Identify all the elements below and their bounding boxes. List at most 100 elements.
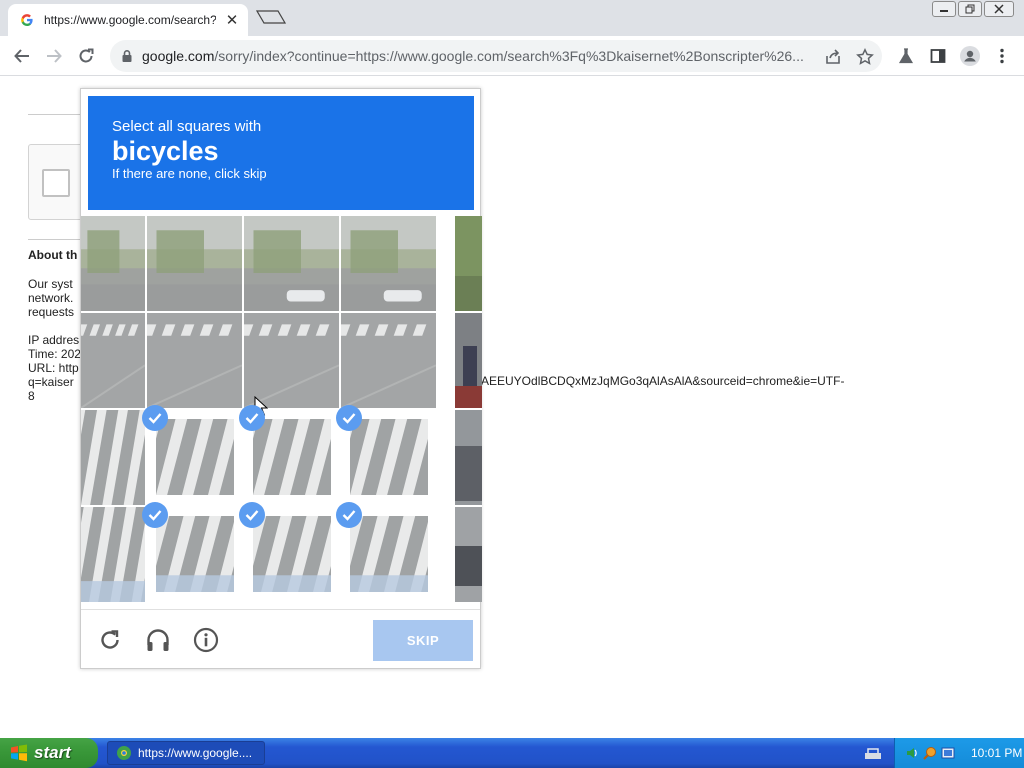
tile-selected-check-icon: [239, 405, 265, 431]
close-window-button[interactable]: [984, 1, 1014, 17]
forward-arrow-icon: [47, 49, 62, 63]
url-text: google.com/sorry/index?continue=https://…: [142, 48, 818, 64]
network-tray-icon[interactable]: [864, 745, 882, 761]
page-text-line: URL: http: [28, 361, 79, 375]
profile-button[interactable]: [960, 46, 980, 66]
tile-image-frame: [350, 516, 428, 592]
clock: 10:01 PM: [971, 746, 1023, 760]
start-button[interactable]: start: [0, 738, 98, 768]
volume-tray-icon[interactable]: [905, 746, 919, 760]
tile-selected-check-icon: [142, 405, 168, 431]
side-panel-icon: [930, 49, 946, 63]
tile-image: [350, 516, 428, 592]
browser-toolbar: google.com/sorry/index?continue=https://…: [0, 36, 1024, 76]
divider: [28, 114, 88, 115]
windows-taskbar: start https://www.google.... 10:01 PM: [0, 738, 1024, 768]
page-text-line: q=kaiser: [28, 375, 74, 389]
forward-button[interactable]: [42, 44, 66, 68]
kebab-menu-icon: [1000, 48, 1004, 64]
address-bar[interactable]: google.com/sorry/index?continue=https://…: [110, 40, 882, 72]
tile-image-frame: [350, 419, 428, 495]
minimize-button[interactable]: [932, 1, 956, 17]
recaptcha-challenge: Select all squares with bicycles If ther…: [80, 88, 482, 669]
image-tile[interactable]: [142, 502, 242, 602]
new-tab-button[interactable]: [256, 10, 286, 24]
page-text-line: requests: [28, 305, 75, 319]
tile-image: [156, 419, 234, 495]
back-button[interactable]: [10, 44, 34, 68]
tab-title: https://www.google.com/search?q=: [44, 13, 216, 27]
tile-image: [81, 507, 145, 602]
image-tile[interactable]: [244, 216, 339, 311]
page-text-line: Time: 202: [28, 347, 81, 361]
image-tile[interactable]: [81, 507, 145, 602]
image-tile[interactable]: [336, 405, 436, 505]
image-tile[interactable]: [147, 216, 242, 311]
image-tile[interactable]: [244, 313, 339, 408]
reload-icon: [79, 48, 94, 63]
info-icon: [193, 627, 219, 653]
image-tile[interactable]: [341, 313, 436, 408]
tile-image-frame: [156, 419, 234, 495]
share-icon[interactable]: [824, 48, 842, 66]
minimize-icon: [940, 10, 948, 12]
restore-button[interactable]: [958, 1, 982, 17]
audio-challenge-button[interactable]: [145, 627, 171, 653]
browser-tab[interactable]: https://www.google.com/search?q= ✕: [8, 4, 248, 36]
bookmark-star-icon[interactable]: [856, 48, 874, 66]
tile-image: [156, 516, 234, 592]
windows-flag-icon: [11, 744, 27, 762]
tile-selected-check-icon: [142, 502, 168, 528]
image-tile[interactable]: [142, 405, 242, 505]
image-tile[interactable]: [147, 313, 242, 408]
page-text-line: Our syst: [28, 277, 73, 291]
page-text-line: 8: [28, 389, 35, 403]
image-tile[interactable]: [81, 410, 145, 505]
page-text-line: IP addres: [28, 333, 80, 347]
tile-selected-check-icon: [336, 405, 362, 431]
reload-challenge-button[interactable]: [97, 627, 123, 653]
taskbar-item-browser[interactable]: https://www.google....: [107, 741, 265, 765]
image-tile[interactable]: [341, 216, 436, 311]
tile-image: [147, 216, 242, 311]
tile-image-frame: [253, 419, 331, 495]
instruction-hint: If there are none, click skip: [112, 166, 267, 181]
image-tile[interactable]: [239, 502, 339, 602]
browser-title-bar: https://www.google.com/search?q= ✕: [0, 0, 1024, 36]
labs-flask-button[interactable]: [896, 46, 916, 66]
recaptcha-checkbox[interactable]: [42, 169, 70, 197]
image-tile[interactable]: [81, 313, 145, 408]
tile-image: [341, 313, 436, 408]
menu-button[interactable]: [992, 46, 1012, 66]
tab-close-icon[interactable]: ✕: [224, 11, 240, 29]
shield-tray-icon[interactable]: [941, 746, 955, 760]
url-path: /sorry/index?continue=https://www.google…: [214, 48, 804, 64]
instruction-line: Select all squares with: [112, 118, 262, 135]
image-tile[interactable]: [81, 216, 145, 311]
taskbar-item-label: https://www.google....: [138, 746, 253, 760]
reload-button[interactable]: [74, 44, 98, 68]
search-tray-icon[interactable]: [923, 746, 937, 760]
target-object: bicycles: [112, 136, 219, 166]
side-panel-button[interactable]: [928, 46, 948, 66]
help-button[interactable]: [193, 627, 219, 653]
lock-icon: [122, 50, 132, 62]
close-icon: [994, 4, 1004, 14]
restore-icon: [965, 4, 975, 14]
headphones-icon: [147, 629, 169, 651]
page-text-line: network.: [28, 291, 74, 305]
image-tile[interactable]: [239, 405, 339, 505]
tile-image: [350, 419, 428, 495]
tile-image: [81, 313, 145, 408]
skip-button[interactable]: SKIP: [373, 620, 473, 661]
browser-app-icon: [117, 746, 131, 760]
tile-image-frame: [156, 516, 234, 592]
page-url-continuation: AEEUYOdlBCDQxMzJqMGo3qAlAsAlA&sourceid=c…: [481, 374, 845, 388]
image-tile[interactable]: [336, 502, 436, 602]
google-favicon-icon: [21, 14, 33, 26]
url-host: google.com: [142, 48, 215, 64]
window-controls: [932, 1, 1014, 17]
tile-selected-check-icon: [239, 502, 265, 528]
tile-image: [244, 216, 339, 311]
tile-selected-check-icon: [336, 502, 362, 528]
